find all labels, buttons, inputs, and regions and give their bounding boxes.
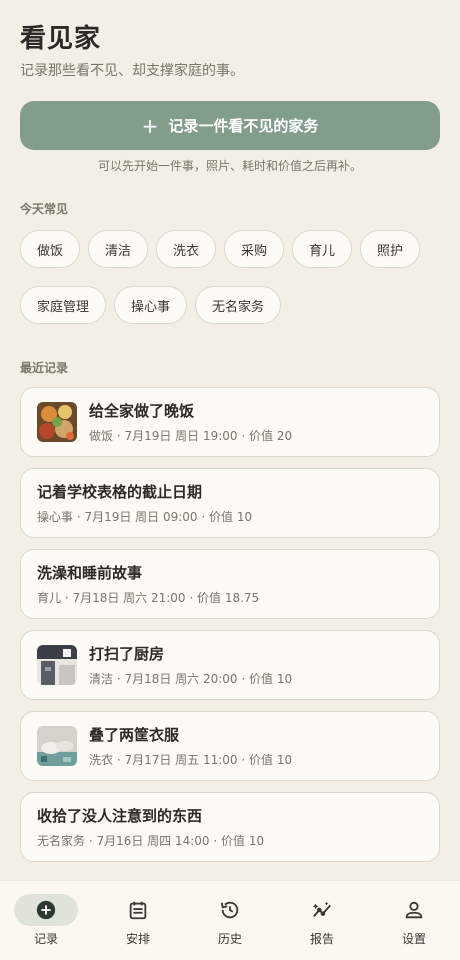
insights-icon: [312, 901, 331, 918]
home-screen: 看见家 记录那些看不见、却支撑家庭的事。 + 记录一件看不见的家务 可以先开始一…: [0, 0, 460, 880]
record-title: 给全家做了晚饭: [89, 402, 195, 420]
record-card[interactable]: 给全家做了晚饭 做饭 · 7月19日 周日 19:00 · 价值 20: [20, 387, 440, 457]
nav-item-history[interactable]: 历史: [184, 881, 276, 960]
calendar-icon: [129, 901, 147, 920]
nav-label-record: 记录: [33, 932, 58, 946]
chip-shopping[interactable]: 采购: [224, 230, 284, 268]
record-meta: 无名家务 · 7月16日 周四 14:00 · 价值 10: [37, 834, 265, 848]
chip-unnamed-chores[interactable]: 无名家务: [195, 286, 281, 324]
record-card[interactable]: 记着学校表格的截止日期 操心事 · 7月19日 周日 09:00 · 价值 10: [20, 468, 440, 538]
page-subtitle: 记录那些看不见、却支撑家庭的事。: [20, 63, 244, 79]
nav-label-settings: 设置: [401, 932, 426, 946]
record-chore-label: 记录一件看不见的家务: [168, 117, 319, 135]
record-card[interactable]: 打扫了厨房 清洁 · 7月18日 周六 20:00 · 价值 10: [20, 630, 440, 700]
food-photo-thumbnail: [37, 402, 77, 442]
common-section-label: 今天常见: [20, 202, 69, 216]
record-meta: 洗衣 · 7月17日 周五 11:00 · 价值 10: [89, 753, 293, 767]
add-circle-icon: [36, 900, 56, 920]
nav-label-report: 报告: [309, 932, 334, 946]
record-card[interactable]: 收拾了没人注意到的东西 无名家务 · 7月16日 周四 14:00 · 价值 1…: [20, 792, 440, 862]
record-title: 打扫了厨房: [89, 645, 165, 663]
nav-label-history: 历史: [217, 932, 242, 946]
nav-item-settings[interactable]: 设置: [368, 881, 460, 960]
chip-caregiving[interactable]: 照护: [360, 230, 420, 268]
chip-household-management[interactable]: 家庭管理: [20, 286, 106, 324]
kitchen-photo-thumbnail: [37, 645, 77, 685]
nav-active-indicator: [14, 894, 78, 926]
chip-laundry[interactable]: 洗衣: [156, 230, 216, 268]
record-meta: 育儿 · 7月18日 周六 21:00 · 价值 18.75: [37, 591, 260, 605]
record-meta: 做饭 · 7月19日 周日 19:00 · 价值 20: [89, 429, 293, 443]
record-meta: 操心事 · 7月19日 周日 09:00 · 价值 10: [37, 510, 253, 524]
history-icon: [220, 901, 239, 919]
record-title: 收拾了没人注意到的东西: [37, 807, 203, 825]
chip-mental-load[interactable]: 操心事: [114, 286, 187, 324]
record-title: 记着学校表格的截止日期: [37, 483, 203, 501]
record-title: 叠了两筐衣服: [89, 726, 180, 744]
record-chore-button[interactable]: + 记录一件看不见的家务: [20, 101, 440, 150]
record-meta: 清洁 · 7月18日 周六 20:00 · 价值 10: [89, 672, 293, 686]
nav-label-schedule: 安排: [125, 932, 150, 946]
chip-childcare[interactable]: 育儿: [292, 230, 352, 268]
person-icon: [405, 901, 423, 919]
laundry-photo-thumbnail: [37, 726, 77, 766]
nav-item-record[interactable]: 记录: [0, 881, 92, 960]
nav-item-schedule[interactable]: 安排: [92, 881, 184, 960]
bottom-nav: 记录 安排 历史 报告 设置: [0, 880, 460, 960]
record-card[interactable]: 洗澡和睡前故事 育儿 · 7月18日 周六 21:00 · 价值 18.75: [20, 549, 440, 619]
nav-item-report[interactable]: 报告: [276, 881, 368, 960]
record-card[interactable]: 叠了两筐衣服 洗衣 · 7月17日 周五 11:00 · 价值 10: [20, 711, 440, 781]
page-title: 看见家: [20, 24, 102, 54]
recent-section-label: 最近记录: [20, 361, 69, 375]
record-hint: 可以先开始一件事，照片、耗时和价值之后再补。: [97, 159, 362, 173]
chip-cooking[interactable]: 做饭: [20, 230, 80, 268]
chip-cleaning[interactable]: 清洁: [88, 230, 148, 268]
plus-icon: +: [141, 113, 159, 138]
record-title: 洗澡和睡前故事: [37, 564, 143, 582]
